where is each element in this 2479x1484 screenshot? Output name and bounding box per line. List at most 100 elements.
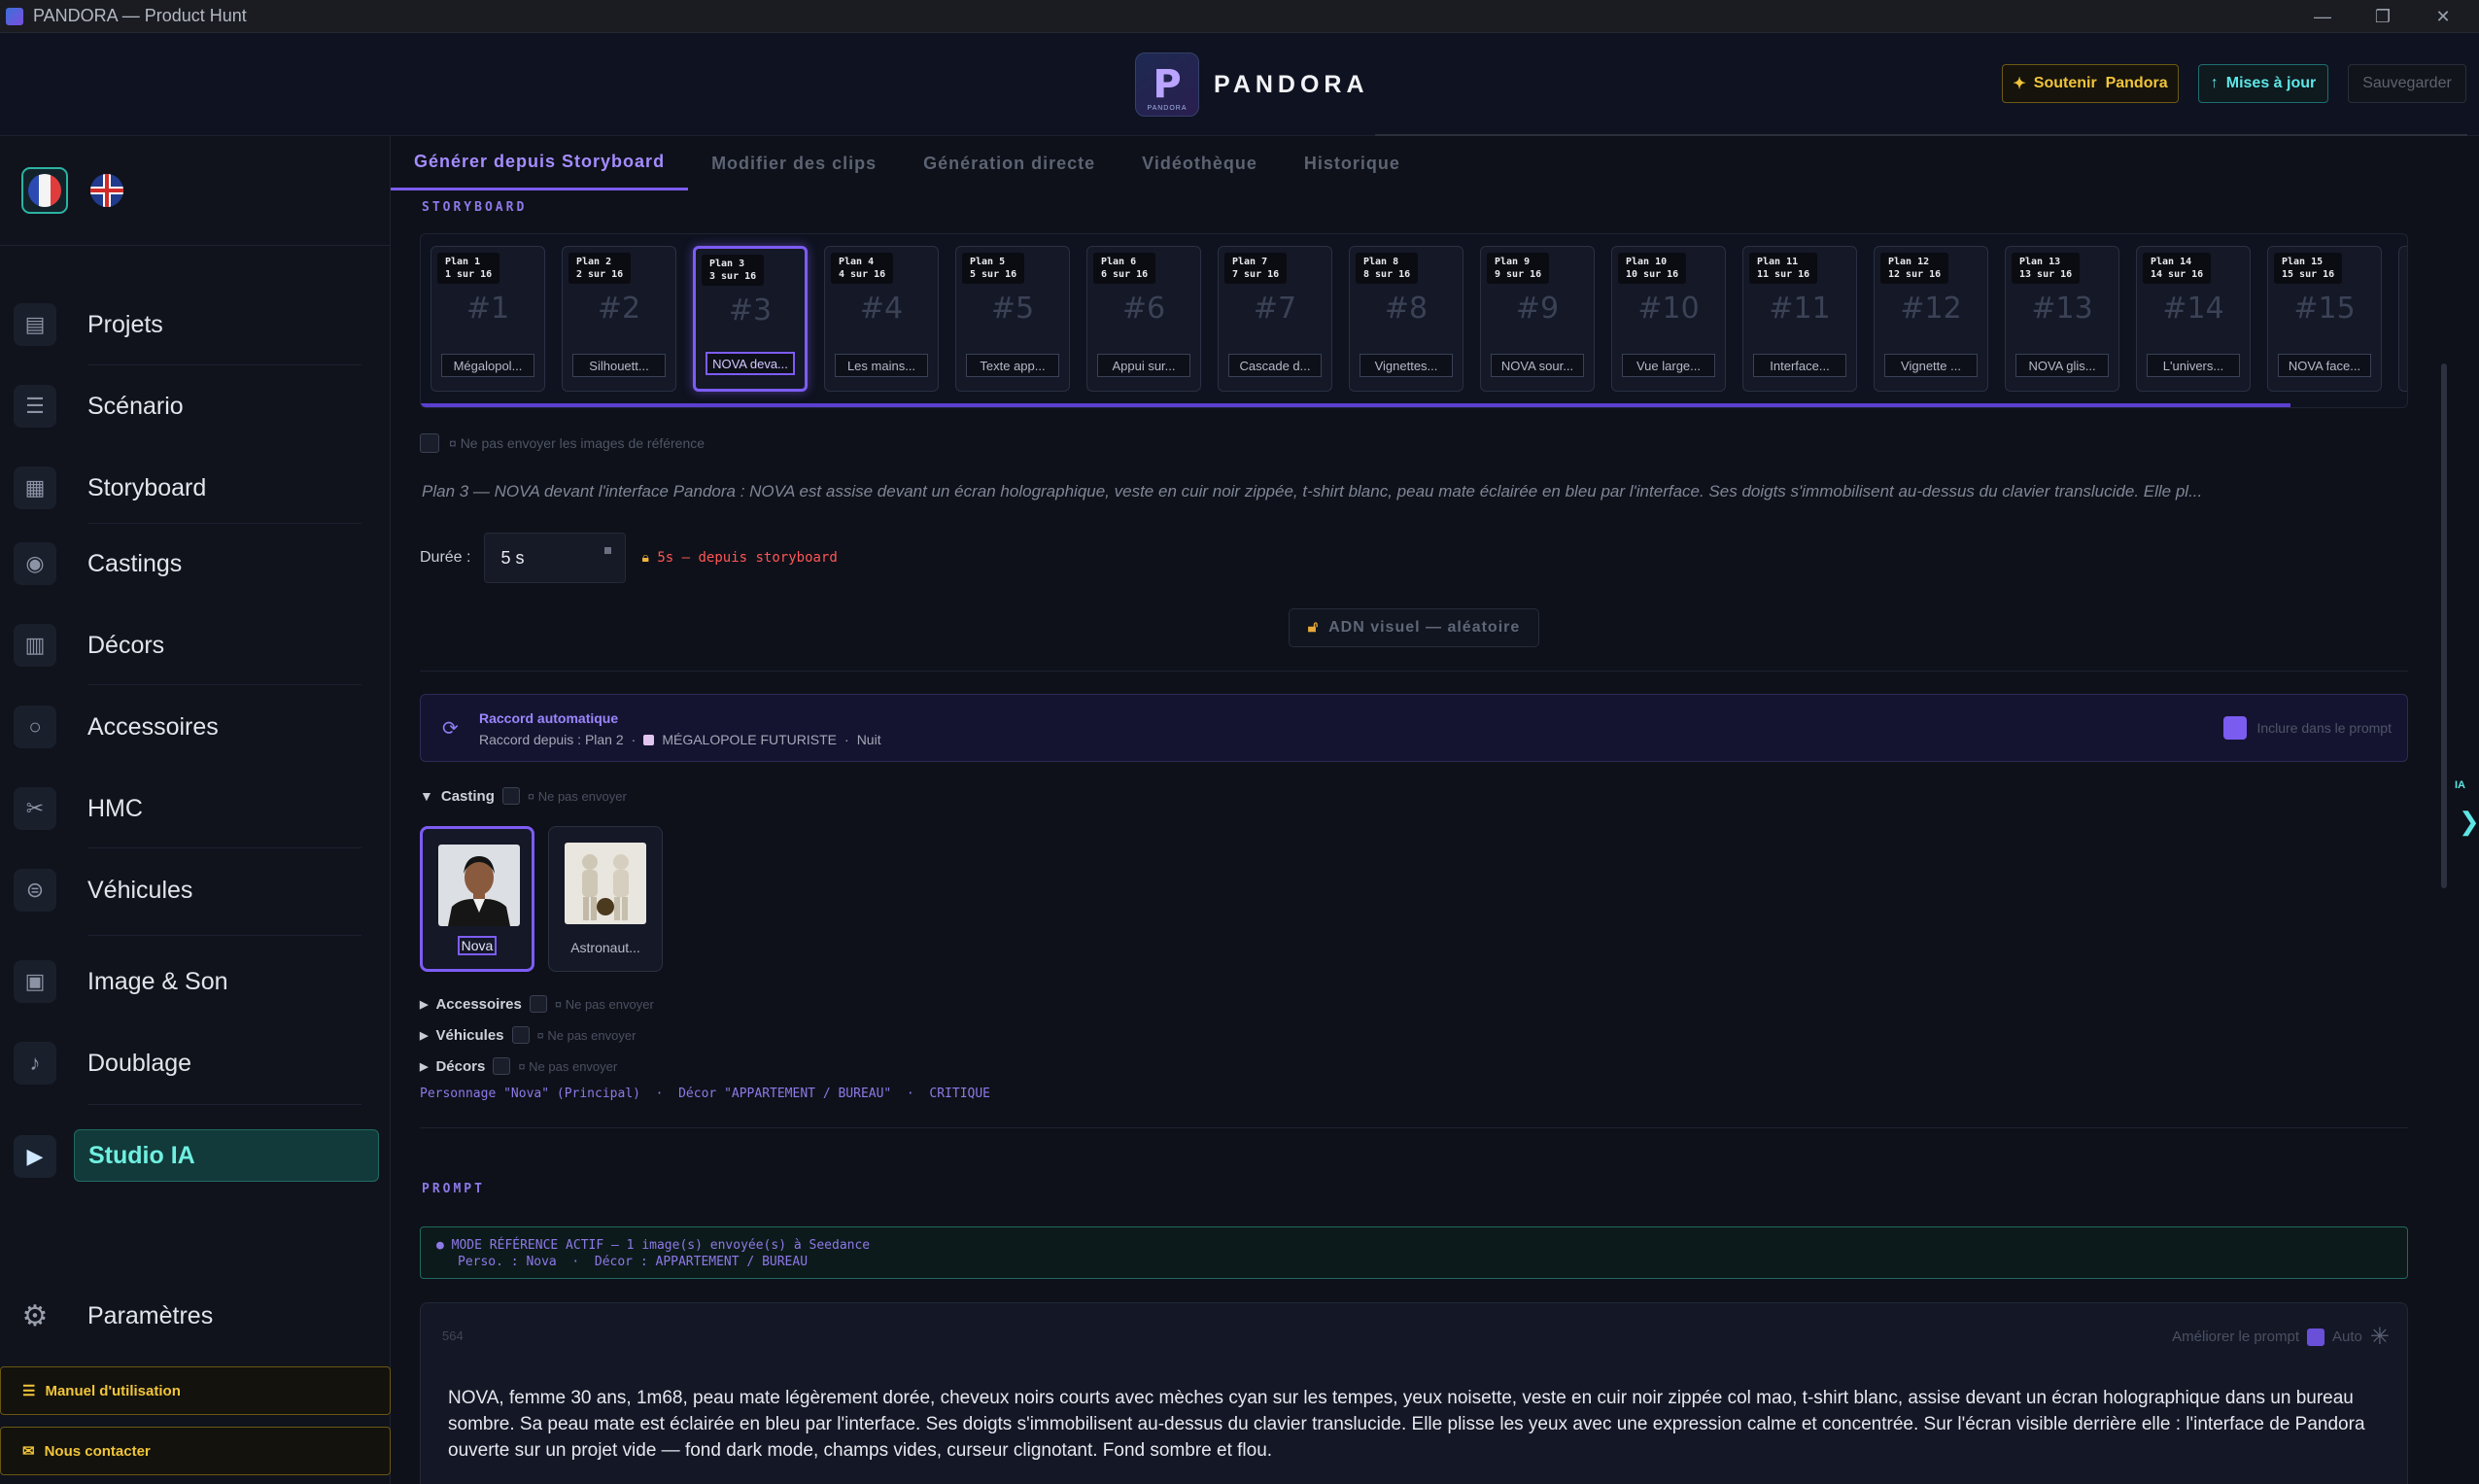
plan-tag: Plan 3 3 sur 16 [702,255,765,286]
sidebar-item-castings[interactable]: ◉ Castings [14,536,379,591]
vehicules-accordion[interactable]: ▶ Véhicules ¤ Ne pas envoyer [420,1026,636,1044]
plan-index: #13 [2031,292,2093,326]
tab-generation-directe[interactable]: Génération directe [900,136,1119,190]
plan-number: Plan 5 [970,257,1006,267]
storyboard-plan-card[interactable]: Plan 9 9 sur 16 #9 NOVA sour... [1480,246,1595,392]
sidebar-item-accessoires[interactable]: ○ Accessoires [14,700,379,754]
storyboard-plan-card[interactable]: Plan 3 3 sur 16 #3 NOVA deva... [693,246,808,392]
plan-number: Plan 14 [2151,257,2192,267]
prompt-editor[interactable]: 564 Améliorer le prompt Auto ✳ NOVA, fem… [420,1302,2408,1484]
strip-scrollbar[interactable] [421,403,2290,407]
plan-tag: Plan 4 4 sur 16 [831,253,894,284]
sidebar-item-scenario[interactable]: ☰ Scénario [14,379,379,433]
spinner-icon[interactable] [604,547,612,554]
sidebar-item-image-son[interactable]: ▣ Image & Son [14,954,379,1009]
sidebar-item-projets[interactable]: ▤ Projets [14,297,379,352]
no-send-text: Ne pas envoyer [537,788,627,804]
plan-tag: Plan 15 15 sur 16 [2274,253,2343,284]
storyboard-plan-card[interactable] [2398,246,2407,392]
include-checkbox[interactable] [2223,716,2248,740]
mic-icon: ♪ [14,1042,56,1085]
storyboard-plan-card[interactable]: Plan 12 12 sur 16 #12 Vignette ... [1874,246,1988,392]
sidebar-item-storyboard[interactable]: ▦ Storyboard [14,461,379,515]
contact-button[interactable]: ✉ Nous contacter [0,1427,391,1475]
brand-name: PANDORA [1214,70,1369,98]
sync-icon: ⟳ [442,718,459,740]
storyboard-plan-card[interactable]: Plan 6 6 sur 16 #6 Appui sur... [1086,246,1201,392]
language-en-button[interactable] [84,167,130,214]
minimize-button[interactable]: — [2293,0,2352,33]
sidebar-item-doublage[interactable]: ♪ Doublage [14,1036,379,1090]
no-ref-option[interactable]: ¤ Ne pas envoyer les images de référence [420,433,705,453]
casting-no-send-checkbox[interactable] [501,787,520,805]
storyboard-plan-card[interactable]: Plan 4 4 sur 16 #4 Les mains... [824,246,939,392]
plan-number: Plan 6 [1101,257,1137,267]
sidebar-item-studio-ia[interactable]: ▶ Studio IA [14,1129,379,1184]
no-ref-checkbox[interactable] [420,433,439,453]
close-window-button[interactable]: ✕ [2414,0,2472,33]
plan-index: #3 [728,293,773,328]
plan-index: #9 [1515,292,1560,326]
manual-button[interactable]: ☰ Manuel d'utilisation [0,1366,391,1415]
adn-visuel-button[interactable]: 🔓︎ ADN visuel — aléatoire [1289,608,1539,647]
accordion-no-send-checkbox[interactable] [529,995,547,1013]
sidebar-item-hmc[interactable]: ✂ HMC [14,781,379,836]
separator-dot: · [844,732,849,747]
main-scrollbar[interactable] [2441,363,2447,888]
accessoires-accordion[interactable]: ▶ Accessoires ¤ Ne pas envoyer [420,995,654,1013]
storyboard-strip[interactable]: Plan 1 1 sur 16 #1 Mégalopol... Plan 2 2 sur … [420,233,2408,408]
tab-modifier-clips[interactable]: Modifier des clips [688,136,900,190]
save-button[interactable]: Sauvegarder [2348,64,2466,103]
support-button[interactable]: ✦ Soutenir Pandora [2002,64,2179,103]
storyboard-plan-card[interactable]: Plan 7 7 sur 16 #7 Cascade d... [1218,246,1332,392]
references-summary: Personnage "Nova" (Principal) · Décor "A… [420,1087,990,1101]
casting-header[interactable]: ▼ Casting ¤ Ne pas envoyer [420,787,627,805]
chevron-right-icon[interactable]: ❯ [2459,807,2479,837]
storyboard-plan-card[interactable]: Plan 1 1 sur 16 #1 Mégalopol... [430,246,545,392]
casting-card-astronaut[interactable]: Astronaut... [548,826,663,972]
sidebar-item-label: Castings [87,549,183,577]
maximize-button[interactable]: ❐ [2354,0,2412,33]
language-fr-button[interactable] [21,167,68,214]
include-in-prompt-toggle[interactable]: Inclure dans le prompt [2223,716,2392,740]
accordion-no-send-checkbox[interactable] [493,1057,511,1075]
prompt-text[interactable]: NOVA, femme 30 ans, 1m68, peau mate légè… [448,1385,2382,1464]
raccord-decor: MÉGALOPOLE FUTURISTE [662,732,838,747]
accordion-no-send-checkbox[interactable] [511,1026,530,1044]
tab-generer-storyboard[interactable]: Générer depuis Storyboard [391,136,689,190]
sidebar-item-decors[interactable]: ▥ Décors [14,618,379,673]
storyboard-plan-card[interactable]: Plan 2 2 sur 16 #2 Silhouett... [562,246,676,392]
storyboard-plan-card[interactable]: Plan 14 14 sur 16 #14 L'univers... [2136,246,2251,392]
storyboard-plan-card[interactable]: Plan 15 15 sur 16 #15 NOVA face... [2267,246,2382,392]
section-divider [420,671,2408,672]
magic-icon[interactable]: ✳ [2370,1323,2390,1351]
app-header: P PANDORA PANDORA ✦ Soutenir Pandora ↑ M… [0,33,2479,136]
plan-caption: Texte app... [966,354,1059,377]
sidebar-item-parametres[interactable]: ⚙ Paramètres [14,1289,379,1343]
tab-historique[interactable]: Historique [1281,136,1424,190]
duration-input[interactable]: 5 s [484,533,627,583]
casting-card-nova[interactable]: Nova [420,826,534,972]
casting-label: Casting [440,787,495,805]
storyboard-plan-card[interactable]: Plan 13 13 sur 16 #13 NOVA glis... [2005,246,2119,392]
storyboard-plan-card[interactable]: Plan 11 11 sur 16 #11 Interface... [1742,246,1857,392]
accordion-no-send-label: ¤ Ne pas envoyer [555,997,654,1012]
raccord-source: Raccord depuis : Plan 2 [479,732,624,747]
plan-position: 5 sur 16 [970,269,1017,280]
plan-position: 13 sur 16 [2019,269,2073,280]
raccord-details: Raccord depuis : Plan 2 · MÉGALOPOLE FUT… [479,732,881,747]
storyboard-plan-card[interactable]: Plan 10 10 sur 16 #10 Vue large... [1611,246,1726,392]
tab-videotheque[interactable]: Vidéothèque [1119,136,1281,190]
plan-position: 8 sur 16 [1363,269,1411,280]
storyboard-plan-card[interactable]: Plan 8 8 sur 16 #8 Vignettes... [1349,246,1463,392]
storyboard-plan-card[interactable]: Plan 5 5 sur 16 #5 Texte app... [955,246,1070,392]
updates-button[interactable]: ↑ Mises à jour [2198,64,2328,103]
auto-checkbox[interactable] [2307,1328,2325,1346]
decors-accordion[interactable]: ▶ Décors ¤ Ne pas envoyer [420,1057,617,1075]
raccord-panel: ⟳ Raccord automatique Raccord depuis : P… [420,694,2408,762]
plan-number: Plan 2 [576,257,612,267]
sidebar-item-vehicules[interactable]: ⊜ Véhicules [14,863,379,917]
no-send-bullet: ¤ [527,788,538,804]
auto-label: Auto [2332,1329,2362,1345]
sparkle-icon: ✦ [2013,76,2026,92]
